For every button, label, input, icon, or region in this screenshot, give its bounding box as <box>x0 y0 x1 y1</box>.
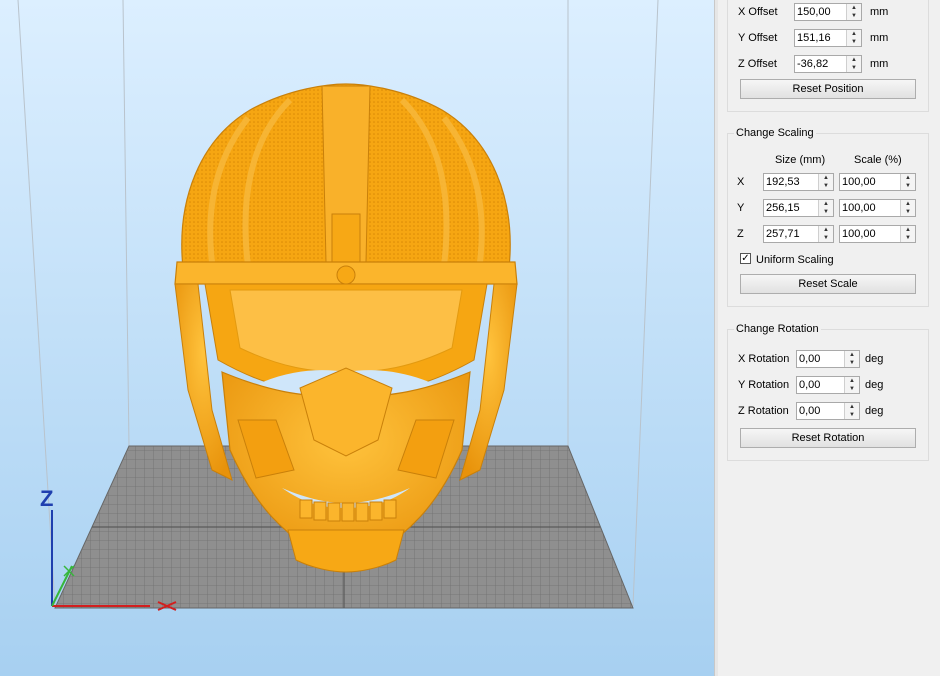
spin-up-icon[interactable]: ▲ <box>845 403 859 411</box>
x-offset-spinbox[interactable]: ▲▼ <box>794 3 862 21</box>
size-x-input[interactable] <box>766 175 813 189</box>
x-rotation-input[interactable] <box>799 352 839 366</box>
x-rotation-unit: deg <box>865 353 884 365</box>
rotation-group: Change Rotation X Rotation ▲▼ deg Y Rota… <box>727 323 929 461</box>
scale-z-arrows[interactable]: ▲ ▼ <box>900 226 915 242</box>
spin-up-icon[interactable]: ▲ <box>847 30 861 38</box>
x-rotation-spinbox[interactable]: ▲▼ <box>796 350 860 368</box>
z-rotation-label: Z Rotation <box>738 405 789 417</box>
3d-viewport[interactable]: Z <box>0 0 714 676</box>
y-rotation-label: Y Rotation <box>738 379 790 391</box>
x-offset-arrows[interactable]: ▲ ▼ <box>846 4 861 20</box>
z-offset-input[interactable] <box>797 57 841 71</box>
y-rotation-input[interactable] <box>799 378 839 392</box>
size-y-spinbox[interactable]: ▲▼ <box>763 199 834 217</box>
z-rotation-input[interactable] <box>799 404 839 418</box>
z-offset-spinbox[interactable]: ▲▼ <box>794 55 862 73</box>
spin-down-icon[interactable]: ▼ <box>901 208 915 216</box>
scale-x-arrows[interactable]: ▲ ▼ <box>900 174 915 190</box>
spin-up-icon[interactable]: ▲ <box>901 200 915 208</box>
y-rotation-arrows[interactable]: ▲ ▼ <box>844 377 859 393</box>
spin-up-icon[interactable]: ▲ <box>819 174 833 182</box>
scale-x-axis-label: X <box>737 176 745 188</box>
y-offset-spinbox[interactable]: ▲▼ <box>794 29 862 47</box>
size-z-spinbox[interactable]: ▲▼ <box>763 225 834 243</box>
x-offset-label: X Offset <box>738 6 778 18</box>
uniform-scaling-checkbox[interactable]: ✓ <box>740 253 751 264</box>
z-rotation-unit: deg <box>865 405 884 417</box>
reset-rotation-button[interactable]: Reset Rotation <box>740 428 916 448</box>
y-rotation-unit: deg <box>865 379 884 391</box>
y-rotation-spinbox[interactable]: ▲▼ <box>796 376 860 394</box>
spin-down-icon[interactable]: ▼ <box>847 12 861 20</box>
axis-z-label: Z <box>40 486 53 511</box>
scale-x-spinbox[interactable]: ▲▼ <box>839 173 916 191</box>
spin-down-icon[interactable]: ▼ <box>819 208 833 216</box>
spin-down-icon[interactable]: ▼ <box>845 359 859 367</box>
reset-position-button[interactable]: Reset Position <box>740 79 916 99</box>
scaling-group: Change Scaling Size (mm) Scale (%) X ▲▼ … <box>727 127 929 307</box>
z-rotation-arrows[interactable]: ▲ ▼ <box>844 403 859 419</box>
scale-x-input[interactable] <box>842 175 895 189</box>
spin-down-icon[interactable]: ▼ <box>819 182 833 190</box>
size-column-header: Size (mm) <box>775 154 826 166</box>
spin-up-icon[interactable]: ▲ <box>847 4 861 12</box>
size-z-arrows[interactable]: ▲ ▼ <box>818 226 833 242</box>
x-rotation-arrows[interactable]: ▲ ▼ <box>844 351 859 367</box>
size-x-arrows[interactable]: ▲ ▼ <box>818 174 833 190</box>
spin-down-icon[interactable]: ▼ <box>845 411 859 419</box>
scale-y-axis-label: Y <box>737 202 745 214</box>
spin-down-icon[interactable]: ▼ <box>901 182 915 190</box>
scale-y-spinbox[interactable]: ▲▼ <box>839 199 916 217</box>
z-offset-arrows[interactable]: ▲ ▼ <box>846 56 861 72</box>
x-offset-input[interactable] <box>797 5 841 19</box>
spin-up-icon[interactable]: ▲ <box>847 56 861 64</box>
spin-up-icon[interactable]: ▲ <box>819 200 833 208</box>
x-offset-unit: mm <box>870 6 889 18</box>
position-group: X Offset ▲▼ mm Y Offset ▲▼ mm Z Offset ▲… <box>727 0 929 112</box>
scaling-group-title: Change Scaling <box>734 127 816 139</box>
size-x-spinbox[interactable]: ▲▼ <box>763 173 834 191</box>
spin-down-icon[interactable]: ▼ <box>847 38 861 46</box>
scale-y-input[interactable] <box>842 201 895 215</box>
y-offset-unit: mm <box>870 32 889 44</box>
rotation-group-title: Change Rotation <box>734 323 821 335</box>
spin-up-icon[interactable]: ▲ <box>845 377 859 385</box>
z-offset-label: Z Offset <box>738 58 777 70</box>
z-rotation-spinbox[interactable]: ▲▼ <box>796 402 860 420</box>
y-offset-input[interactable] <box>797 31 841 45</box>
uniform-scaling-label: Uniform Scaling <box>756 254 834 266</box>
spin-down-icon[interactable]: ▼ <box>901 234 915 242</box>
scale-column-header: Scale (%) <box>854 154 902 166</box>
spin-down-icon[interactable]: ▼ <box>845 385 859 393</box>
scale-z-spinbox[interactable]: ▲▼ <box>839 225 916 243</box>
z-offset-unit: mm <box>870 58 889 70</box>
scale-y-arrows[interactable]: ▲ ▼ <box>900 200 915 216</box>
spin-down-icon[interactable]: ▼ <box>847 64 861 72</box>
scale-z-axis-label: Z <box>737 228 744 240</box>
settings-panel: X Offset ▲▼ mm Y Offset ▲▼ mm Z Offset ▲… <box>718 0 940 676</box>
reset-scale-button[interactable]: Reset Scale <box>740 274 916 294</box>
size-z-input[interactable] <box>766 227 813 241</box>
y-offset-label: Y Offset <box>738 32 778 44</box>
spin-up-icon[interactable]: ▲ <box>901 174 915 182</box>
size-y-arrows[interactable]: ▲ ▼ <box>818 200 833 216</box>
spin-up-icon[interactable]: ▲ <box>819 226 833 234</box>
spin-down-icon[interactable]: ▼ <box>819 234 833 242</box>
size-y-input[interactable] <box>766 201 813 215</box>
spin-up-icon[interactable]: ▲ <box>901 226 915 234</box>
x-rotation-label: X Rotation <box>738 353 790 365</box>
spin-up-icon[interactable]: ▲ <box>845 351 859 359</box>
y-offset-arrows[interactable]: ▲ ▼ <box>846 30 861 46</box>
viewport-canvas[interactable]: Z <box>0 0 714 676</box>
scale-z-input[interactable] <box>842 227 895 241</box>
